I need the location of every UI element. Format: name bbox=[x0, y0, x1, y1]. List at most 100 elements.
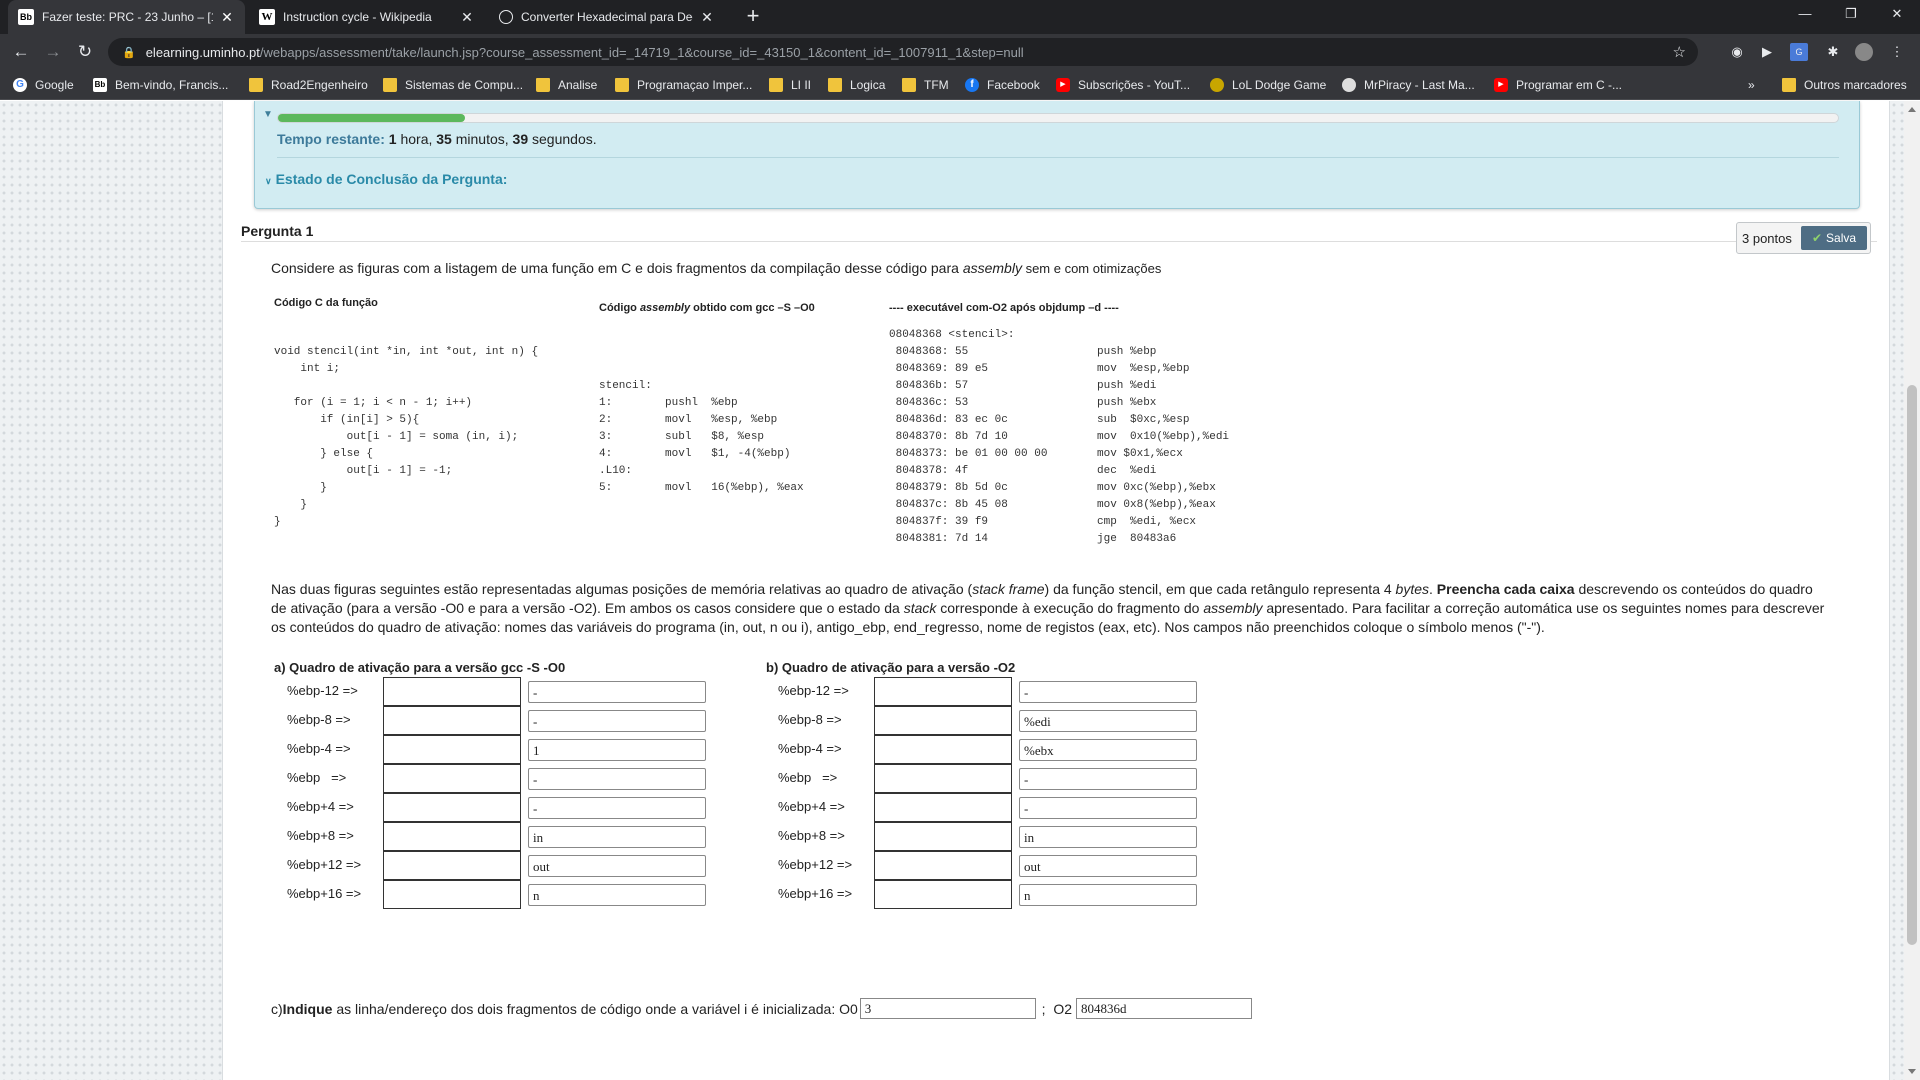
close-icon[interactable]: ✕ bbox=[459, 9, 475, 26]
scrollbar-thumb[interactable] bbox=[1907, 385, 1917, 945]
bookmarks-bar: G Google Bb Bem-vindo, Francis... Road2Eng… bbox=[0, 70, 1920, 100]
bookmark-programar-c[interactable]: ▶ Programar em C -... bbox=[1494, 75, 1622, 95]
c-code-line: void stencil(int *in, int *out, int n) { bbox=[274, 346, 539, 358]
bookmark-logica[interactable]: Logica bbox=[828, 75, 885, 95]
browser-toolbar: ← → ↻ 🔒 elearning.uminho.pt/webapps/asse… bbox=[0, 34, 1920, 70]
frame-answer-input[interactable]: %edi bbox=[1019, 710, 1197, 732]
frame-answer-input[interactable]: out bbox=[528, 855, 706, 877]
frame-answer-input[interactable]: - bbox=[528, 797, 706, 819]
frame-row: %ebp-4 => %ebx bbox=[778, 735, 1208, 764]
frame-answer-input[interactable]: 1 bbox=[528, 739, 706, 761]
objdump-address: 8048373: be 01 00 00 00 bbox=[889, 448, 1048, 460]
frame-answer-input[interactable]: - bbox=[1019, 797, 1197, 819]
bookmark-tfm[interactable]: TFM bbox=[902, 75, 949, 95]
frame-answer-input[interactable]: - bbox=[528, 681, 706, 703]
seconds-unit: segundos. bbox=[532, 131, 597, 147]
objdump-caption: ---- executável com-O2 após objdump –d -… bbox=[889, 302, 1119, 314]
bookmark-programacao[interactable]: Programaçao Imper... bbox=[615, 75, 752, 95]
points-box: 3 pontos ✔ Salva bbox=[1736, 222, 1871, 254]
tab-blackboard[interactable]: Bb Fazer teste: PRC - 23 Junho – [19 ✕ bbox=[8, 0, 245, 34]
menu-icon[interactable]: ⋮ bbox=[1888, 43, 1906, 61]
facebook-icon: f bbox=[965, 78, 979, 92]
frame-row: %ebp-8 => - bbox=[287, 706, 717, 735]
scrollbar[interactable] bbox=[1904, 101, 1920, 1080]
translate-icon[interactable]: G bbox=[1790, 43, 1808, 61]
asm-code-line: 2: movl %esp, %ebp bbox=[599, 414, 778, 426]
objdump-address: 8048378: 4f bbox=[889, 465, 969, 477]
frame-answer-input[interactable]: - bbox=[528, 710, 706, 732]
bookmark-label: TFM bbox=[924, 78, 949, 92]
asm-code-line: 3: subl $8, %esp bbox=[599, 431, 765, 443]
objdump-address: 804836c: 53 bbox=[889, 397, 969, 409]
minimize-button[interactable]: — bbox=[1782, 0, 1828, 30]
part-c-separator: ; O2 bbox=[1037, 1000, 1073, 1017]
o0-answer-input[interactable]: 3 bbox=[859, 998, 1036, 1019]
frame-row-label: %ebp+12 => bbox=[287, 857, 362, 872]
bookmark-google[interactable]: G Google bbox=[13, 75, 74, 95]
extension-icon[interactable]: ◉ bbox=[1728, 43, 1746, 61]
frame-answer-input[interactable]: - bbox=[1019, 768, 1197, 790]
close-icon[interactable]: ✕ bbox=[699, 9, 715, 26]
restore-button[interactable]: ❐ bbox=[1828, 0, 1874, 30]
collapse-icon[interactable]: ▼ bbox=[263, 109, 273, 120]
close-window-button[interactable]: ✕ bbox=[1874, 0, 1920, 30]
star-icon[interactable]: ☆ bbox=[1673, 43, 1686, 61]
forward-button[interactable]: → bbox=[41, 40, 65, 64]
objdump-address: 8048379: 8b 5d 0c bbox=[889, 482, 1008, 494]
frame-answer-input[interactable]: out bbox=[1019, 855, 1197, 877]
bookmark-road2engenheiro[interactable]: Road2Engenheiro bbox=[249, 75, 368, 95]
frame-a-title: a) Quadro de ativação para a versão gcc … bbox=[274, 660, 566, 675]
bookmark-mrpiracy[interactable]: MrPiracy - Last Ma... bbox=[1342, 75, 1475, 95]
frame-row: %ebp-4 => 1 bbox=[287, 735, 717, 764]
bookmark-label: Facebook bbox=[987, 78, 1040, 92]
frame-row-label: %ebp-4 => bbox=[778, 741, 842, 756]
bookmark-analise[interactable]: Analise bbox=[536, 75, 597, 95]
asm-code-line: stencil: bbox=[599, 380, 652, 392]
reload-button[interactable]: ↻ bbox=[73, 40, 97, 64]
address-bar[interactable]: 🔒 elearning.uminho.pt/webapps/assessment… bbox=[108, 38, 1698, 66]
frame-answer-input[interactable]: %ebx bbox=[1019, 739, 1197, 761]
tab-wikipedia[interactable]: W Instruction cycle - Wikipedia ✕ bbox=[249, 0, 485, 34]
scroll-up-icon[interactable] bbox=[1908, 107, 1916, 112]
objdump-address: 8048368: 55 bbox=[889, 346, 969, 358]
close-icon[interactable]: ✕ bbox=[219, 9, 235, 26]
lock-icon: 🔒 bbox=[122, 46, 136, 59]
caption-text: Código bbox=[599, 302, 640, 314]
back-button[interactable]: ← bbox=[9, 40, 33, 64]
bookmark-bem-vindo[interactable]: Bb Bem-vindo, Francis... bbox=[93, 75, 228, 95]
o2-answer-input[interactable]: 804836d bbox=[1076, 998, 1253, 1019]
bookmark-lol[interactable]: LoL Dodge Game bbox=[1210, 75, 1326, 95]
frame-answer-input[interactable]: in bbox=[528, 826, 706, 848]
puzzle-icon[interactable]: ✱ bbox=[1824, 43, 1842, 61]
frame-row: %ebp+12 => out bbox=[778, 851, 1208, 880]
frame-row: %ebp+12 => out bbox=[287, 851, 717, 880]
frame-answer-input[interactable]: n bbox=[528, 884, 706, 906]
objdump-instruction: mov $0x1,%ecx bbox=[1097, 448, 1183, 460]
bookmarks-overflow-button[interactable]: » bbox=[1748, 75, 1755, 95]
c-code-line: } bbox=[274, 499, 308, 511]
frame-answer-input[interactable]: - bbox=[1019, 681, 1197, 703]
avatar[interactable] bbox=[1855, 43, 1873, 61]
status-label: Estado de Conclusão da Pergunta: bbox=[275, 171, 508, 187]
scroll-down-icon[interactable] bbox=[1908, 1069, 1916, 1074]
completion-status-toggle[interactable]: ∨ Estado de Conclusão da Pergunta: bbox=[265, 171, 507, 187]
bookmark-facebook[interactable]: f Facebook bbox=[965, 75, 1040, 95]
frame-answer-input[interactable]: n bbox=[1019, 884, 1197, 906]
frame-row: %ebp+4 => - bbox=[287, 793, 717, 822]
bookmark-li-ii[interactable]: LI II bbox=[769, 75, 811, 95]
frame-cell bbox=[383, 764, 521, 793]
tab-label: Instruction cycle - Wikipedia bbox=[283, 10, 432, 24]
cast-icon[interactable]: ▶ bbox=[1758, 43, 1776, 61]
tab-converter[interactable]: Converter Hexadecimal para Dec ✕ bbox=[489, 0, 725, 34]
bookmark-outros[interactable]: Outros marcadores bbox=[1782, 75, 1907, 95]
frame-answer-input[interactable]: - bbox=[528, 768, 706, 790]
para-text: . bbox=[1429, 581, 1437, 597]
frame-cell bbox=[874, 851, 1012, 880]
new-tab-button[interactable]: + bbox=[740, 4, 766, 30]
frame-answer-input[interactable]: in bbox=[1019, 826, 1197, 848]
bookmark-sistemas[interactable]: Sistemas de Compu... bbox=[383, 75, 523, 95]
frame-row-label: %ebp+16 => bbox=[778, 886, 853, 901]
objdump-instruction: push %ebp bbox=[1097, 346, 1157, 358]
bookmark-youtube[interactable]: ▶ Subscrições - YouT... bbox=[1056, 75, 1190, 95]
progress-bar bbox=[277, 113, 1839, 123]
